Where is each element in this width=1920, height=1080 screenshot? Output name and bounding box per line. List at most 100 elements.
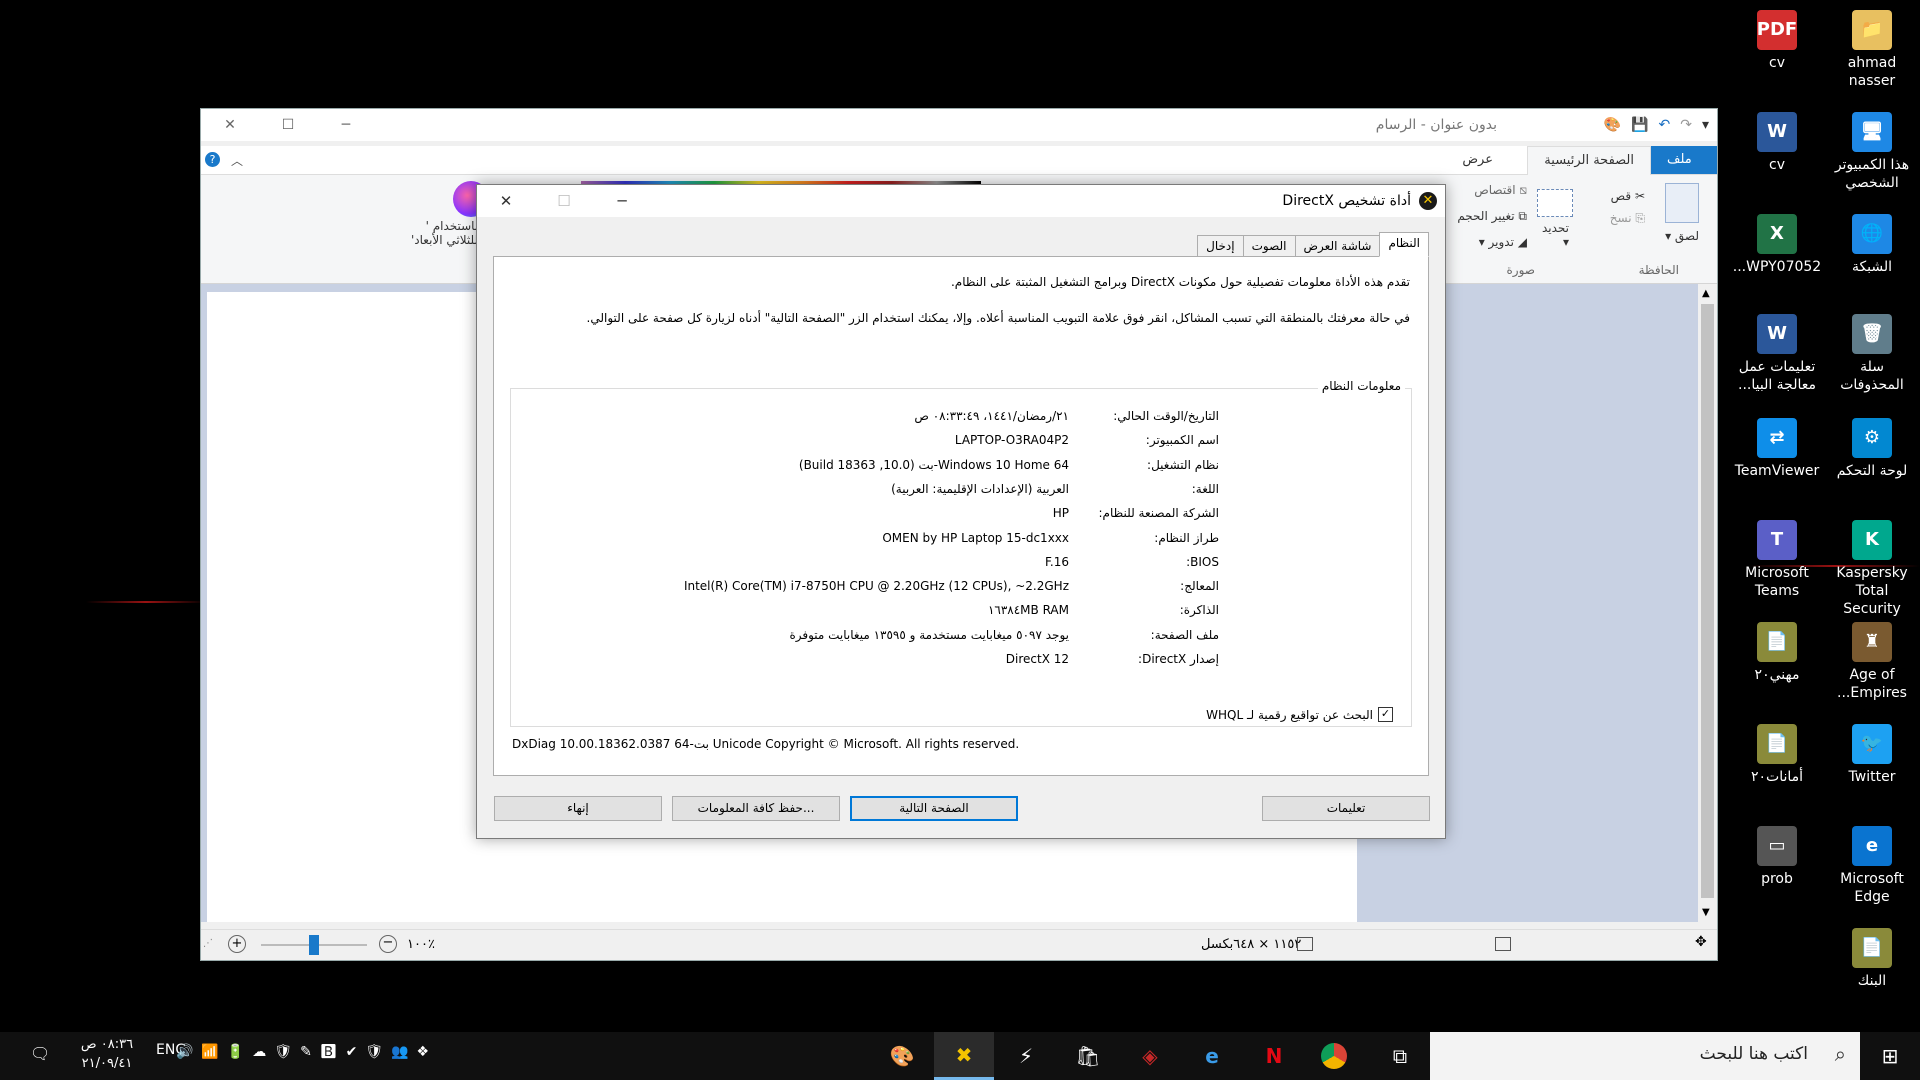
save-icon[interactable]: 💾: [1631, 117, 1648, 133]
tab-home[interactable]: الصفحة الرئيسية: [1527, 146, 1651, 175]
tab-sound[interactable]: الصوت: [1242, 235, 1296, 256]
help-icon[interactable]: ?: [205, 152, 220, 167]
desktop-icon[interactable]: e Microsoft Edge: [1827, 826, 1917, 906]
task-view-button[interactable]: ⧉: [1370, 1032, 1430, 1080]
desktop-icon[interactable]: Wcv: [1732, 112, 1822, 174]
select-button[interactable]: تحديد ▾: [1542, 221, 1569, 249]
desktop-icon-image: 🖥: [1852, 112, 1892, 152]
windows-logo-icon: ⊞: [1881, 1044, 1899, 1068]
system-info-label: المعالج:: [1180, 579, 1219, 594]
desktop-icon-label-line2: Edge: [1854, 889, 1890, 905]
desktop-icon[interactable]: 📁 ahmad nasser: [1827, 10, 1917, 90]
desktop-icon-image: ⚙: [1852, 418, 1892, 458]
diamond-app-icon: ◈: [1142, 1044, 1158, 1068]
crop-button[interactable]: ⧄ اقتصاص: [1474, 183, 1527, 198]
taskbar-paint[interactable]: 🎨: [872, 1032, 932, 1080]
rotate-button[interactable]: ◢ تدوير ▾: [1479, 235, 1527, 249]
tab-input[interactable]: إدخال: [1197, 235, 1244, 256]
system-tray-icons[interactable]: 🔊📶🔋☁🛡✎🅱✔🛡👥❖: [176, 1044, 437, 1060]
desktop-icon-label: Kaspersky: [1836, 565, 1908, 581]
zoom-slider-thumb[interactable]: [309, 935, 319, 955]
scroll-up-icon[interactable]: ▲: [1702, 288, 1710, 299]
taskbar-store[interactable]: 🛍: [1058, 1032, 1118, 1080]
resize-button[interactable]: ⧉ تغيير الحجم: [1457, 209, 1527, 224]
desktop-icon[interactable]: 📄 البنك: [1827, 928, 1917, 990]
tab-display[interactable]: شاشة العرض: [1294, 235, 1381, 256]
desktop-icon-image: W: [1757, 314, 1797, 354]
desktop-icon-image: X: [1757, 214, 1797, 254]
start-button[interactable]: ⊞: [1860, 1032, 1920, 1080]
desktop-icon[interactable]: ⇄ TeamViewer: [1732, 418, 1822, 480]
dxdiag-close-button[interactable]: ✕: [477, 185, 535, 217]
scroll-thumb[interactable]: [1701, 304, 1714, 898]
desktop-icon[interactable]: K Kaspersky Total Security: [1827, 520, 1917, 618]
desktop-icon[interactable]: 🖥 هذا الكمبيوتر الشخصي: [1827, 112, 1917, 192]
help-button[interactable]: تعليمات: [1262, 796, 1430, 821]
desktop-icon[interactable]: ♜ Age of Empires...: [1827, 622, 1917, 702]
paint-minimize-button[interactable]: ─: [317, 109, 375, 141]
desktop-icon[interactable]: X WPY07052...: [1732, 214, 1822, 276]
paint-close-button[interactable]: ✕: [201, 109, 259, 141]
desktop-icon-label: أمانات٢٠: [1750, 769, 1804, 785]
tab-file[interactable]: ملف: [1651, 146, 1717, 174]
system-info-label: الشركة المصنعة للنظام:: [1098, 506, 1220, 521]
desktop-icon[interactable]: 🌐 الشبكة: [1827, 214, 1917, 276]
zoom-out-button[interactable]: −: [379, 935, 397, 953]
customize-qat-icon[interactable]: ▾: [1702, 117, 1709, 133]
redo-icon[interactable]: ↷: [1680, 117, 1692, 133]
vertical-scrollbar[interactable]: ▲ ▼: [1698, 284, 1717, 922]
tab-system[interactable]: النظام: [1379, 232, 1429, 257]
zoom-level: ١٠٠٪: [407, 937, 435, 952]
desktop-icon[interactable]: 🐦 Twitter: [1827, 724, 1917, 786]
collapse-ribbon-icon[interactable]: ︿: [231, 152, 243, 169]
select-icon: [1537, 189, 1573, 217]
tab-view[interactable]: عرض: [1446, 146, 1509, 174]
cut-button[interactable]: ✂ قص: [1611, 189, 1645, 203]
desktop-icon[interactable]: W تعليمات عمل معالجة البيا...: [1732, 314, 1822, 394]
clock[interactable]: ٠٨:٣٦ ص ٢١/٠٩/٤١: [72, 1035, 142, 1073]
time: ٠٨:٣٦ ص: [80, 1037, 134, 1052]
taskbar-chrome[interactable]: [1304, 1032, 1364, 1080]
taskbar-netflix[interactable]: N: [1244, 1032, 1304, 1080]
taskbar-app-red[interactable]: ◈: [1120, 1032, 1180, 1080]
taskbar-search-box[interactable]: ⌕ اكتب هنا للبحث: [1430, 1032, 1860, 1080]
desktop-icon[interactable]: ▭ prob: [1732, 826, 1822, 888]
taskbar-dxdiag[interactable]: ✖: [934, 1032, 994, 1080]
action-center-icon[interactable]: 🗨: [30, 1044, 50, 1063]
dxdiag-titlebar: ✕ ☐ ─ ✕ أداة تشخيص DirectX: [477, 185, 1445, 217]
paint-maximize-button[interactable]: ☐: [259, 109, 317, 141]
system-info-row: يوجد ٥٠٩٧ ميغابايت مستخدمة و ١٣٥٩٥ ميغاب…: [509, 628, 1411, 648]
desktop-icon-image: 📄: [1757, 724, 1797, 764]
system-info-value: ١٦٣٨٤MB RAM: [987, 603, 1069, 618]
dxdiag-minimize-button[interactable]: ─: [593, 185, 651, 217]
crop-icon: ⧄: [1519, 183, 1527, 197]
desktop-icon[interactable]: T Microsoft Teams: [1732, 520, 1822, 600]
store-icon: 🛍: [1075, 1044, 1101, 1068]
desktop-icon[interactable]: 📄 مهني٢٠: [1732, 622, 1822, 684]
save-all-info-button[interactable]: حفظ كافة المعلومات...: [672, 796, 840, 821]
zoom-in-button[interactable]: +: [228, 935, 246, 953]
desktop-icon-image: PDF: [1757, 10, 1797, 50]
desktop-icon[interactable]: PDF cv: [1732, 10, 1822, 72]
taskbar-ie[interactable]: e: [1182, 1032, 1242, 1080]
desktop-icon-image: e: [1852, 826, 1892, 866]
copy-button[interactable]: ⎘ نسخ: [1610, 211, 1645, 226]
dxdiag-maximize-button: ☐: [535, 185, 593, 217]
dxdiag-window: ✕ ☐ ─ ✕ أداة تشخيص DirectX النظام شاشة ا…: [476, 184, 1446, 839]
next-page-button[interactable]: الصفحة التالية: [850, 796, 1018, 821]
paint-title: بدون عنوان - الرسام: [1375, 117, 1497, 133]
whql-checkbox[interactable]: ✓: [1378, 707, 1393, 722]
paste-button[interactable]: لصق ▾: [1665, 229, 1699, 243]
clipboard-group-label: الحافظة: [1638, 263, 1679, 277]
undo-icon[interactable]: ↶: [1659, 117, 1671, 133]
desktop-icon[interactable]: ⚙ لوحة التحكم: [1827, 418, 1917, 480]
desktop-icon-image: ⇄: [1757, 418, 1797, 458]
taskbar-app-bolt[interactable]: ⚡: [996, 1032, 1056, 1080]
desktop-icon-label: لوحة التحكم: [1836, 463, 1908, 479]
scroll-down-icon[interactable]: ▼: [1702, 907, 1710, 918]
paint3d-button[interactable]: باستخدام ' للثلاثي الأبعاد': [411, 219, 478, 247]
desktop-icon[interactable]: 📄 أمانات٢٠: [1732, 724, 1822, 786]
desktop-icon[interactable]: 🗑 سلة المحذوفات: [1827, 314, 1917, 394]
dxdiag-tabs: النظام شاشة العرض الصوت إدخال: [1197, 232, 1429, 257]
exit-button[interactable]: إنهاء: [494, 796, 662, 821]
